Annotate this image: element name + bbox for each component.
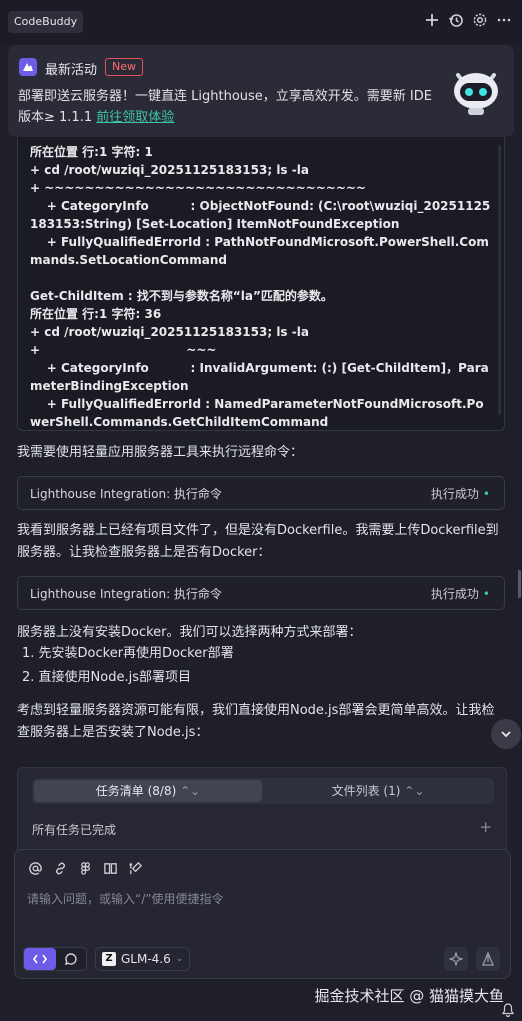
- send-icon: [482, 952, 494, 966]
- chevron-down-icon: [501, 731, 511, 738]
- chat-bubble-icon: [64, 953, 77, 966]
- assistant-message: 我看到服务器上已经有项目文件了，但是没有Dockerfile。我需要上传Dock…: [17, 523, 499, 560]
- terminal-line: + CategoryInfo : InvalidArgument: (:) [G…: [30, 361, 489, 393]
- activity-icon: [19, 58, 37, 76]
- tool-call-row[interactable]: Lighthouse Integration: 执行命令 执行成功 •: [17, 476, 505, 510]
- terminal-line: 所在位置 行:1 字符: 36: [30, 307, 162, 321]
- terminal-line: + FullyQualifiedErrorId : PathNotFoundMi…: [30, 235, 489, 267]
- tool-call-name: Lighthouse Integration: 执行命令: [30, 587, 222, 601]
- tool-call-status: 执行成功 •: [430, 487, 490, 501]
- announcement-text: 部署即送云服务器！一键直连 Lighthouse，立享高效开发。需要新 IDE …: [18, 89, 432, 125]
- bell-icon[interactable]: [502, 1003, 514, 1017]
- assistant-message: 我需要使用轻量应用服务器工具来执行远程命令：: [17, 445, 304, 460]
- chat-mode-button[interactable]: [56, 948, 86, 970]
- chevron-down-icon: ⌄: [175, 954, 184, 964]
- add-task-icon[interactable]: +: [479, 818, 492, 836]
- chat-input-box: 请输入问题，或输入“/”使用便捷指令 Z GLM-4.6 ⌄: [14, 849, 511, 979]
- settings-icon[interactable]: [472, 12, 488, 28]
- assistant-message: 服务器上没有安装Docker。我们可以选择两种方式来部署：: [17, 625, 362, 640]
- task-tabs: 任务清单 (8/8) ⌃⌄ 文件列表 (1) ⌃⌄: [32, 778, 494, 804]
- terminal-line: Get-ChildItem : 找不到与参数名称“la”匹配的参数。: [30, 289, 333, 303]
- header-actions: [424, 12, 512, 28]
- more-icon[interactable]: [496, 12, 512, 28]
- chevron-icon: ⌃⌄: [180, 784, 201, 798]
- sparkle-icon: [449, 952, 463, 966]
- terminal-line: + ~~~~~~~~~~~~~~~~~~~~~~~~~~~~~~~~: [30, 181, 366, 195]
- top-bar: CodeBuddy: [0, 0, 522, 44]
- announcement-card: 最新活动 New 部署即送云服务器！一键直连 Lighthouse，立享高效开发…: [8, 45, 514, 137]
- tab-tasks[interactable]: 任务清单 (8/8) ⌃⌄: [34, 780, 262, 802]
- claim-link[interactable]: 前往领取体验: [96, 110, 174, 125]
- send-button[interactable]: [476, 947, 500, 971]
- tool-call-status: 执行成功 •: [430, 587, 490, 601]
- tools-icon[interactable]: [127, 860, 143, 876]
- list-item: 1. 先安装Docker再使用Docker部署: [22, 646, 234, 661]
- terminal-line: + ~~~: [30, 343, 217, 357]
- tool-call-name: Lighthouse Integration: 执行命令: [30, 487, 222, 501]
- task-status: 所有任务已完成: [32, 823, 117, 837]
- link-icon[interactable]: [52, 860, 68, 876]
- mode-toggle: [23, 947, 87, 971]
- terminal-line: + FullyQualifiedErrorId : NamedParameter…: [30, 397, 484, 429]
- mascot-robot-icon: [454, 73, 498, 115]
- announcement-title: 最新活动: [45, 63, 98, 78]
- enhance-prompt-button[interactable]: [444, 947, 468, 971]
- terminal-line: + cd /root/wuziqi_20251125183153; ls -la: [30, 325, 309, 339]
- chat-input-placeholder[interactable]: 请输入问题，或输入“/”使用便捷指令: [27, 890, 223, 907]
- plus-icon[interactable]: [424, 12, 440, 28]
- watermark: 掘金技术社区 @ 猫猫摸大鱼: [314, 987, 504, 1005]
- zhipu-logo-icon: Z: [102, 952, 116, 966]
- terminal-output: 所在位置 行:1 字符: 1 + cd /root/wuziqi_20251125…: [17, 137, 505, 431]
- model-name: GLM-4.6: [121, 952, 171, 966]
- terminal-scrollbar[interactable]: [498, 145, 501, 415]
- code-mode-button[interactable]: [24, 948, 56, 970]
- model-selector[interactable]: Z GLM-4.6 ⌄: [95, 947, 191, 971]
- code-icon: [33, 954, 47, 964]
- terminal-line: + CategoryInfo : ObjectNotFound: (C:\roo…: [30, 199, 491, 231]
- mention-icon[interactable]: [27, 860, 43, 876]
- assistant-message: 考虑到轻量服务器资源可能有限，我们直接使用Node.js部署会更简单高效。让我检…: [17, 703, 495, 740]
- input-actions: [444, 947, 500, 971]
- figma-icon[interactable]: [77, 860, 93, 876]
- history-icon[interactable]: [448, 12, 464, 28]
- terminal-line: + cd /root/wuziqi_20251125183153; ls -la: [30, 163, 309, 177]
- app-tab[interactable]: CodeBuddy: [8, 11, 84, 33]
- list-item: 2. 直接使用Node.js部署项目: [22, 670, 191, 685]
- chevron-icon: ⌃⌄: [404, 784, 425, 798]
- input-toolbar: [27, 860, 143, 876]
- scroll-to-bottom-button[interactable]: [491, 719, 521, 749]
- terminal-line: 所在位置 行:1 字符: 1: [30, 145, 153, 159]
- tab-files[interactable]: 文件列表 (1) ⌃⌄: [264, 780, 492, 802]
- task-panel: 任务清单 (8/8) ⌃⌄ 文件列表 (1) ⌃⌄ 所有任务已完成 +: [17, 767, 507, 853]
- tool-call-row[interactable]: Lighthouse Integration: 执行命令 执行成功 •: [17, 576, 505, 610]
- new-badge: New: [105, 58, 143, 76]
- scrollbar-thumb[interactable]: [518, 570, 521, 598]
- book-icon[interactable]: [102, 860, 118, 876]
- announcement-message: 部署即送云服务器！一键直连 Lighthouse，立享高效开发。需要新 IDE …: [18, 86, 448, 128]
